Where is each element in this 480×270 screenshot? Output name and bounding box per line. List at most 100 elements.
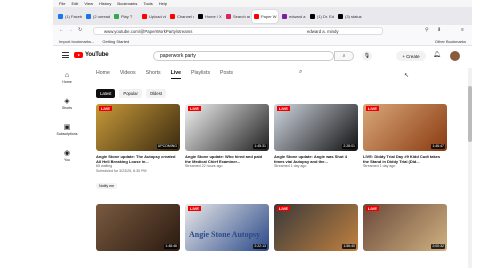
search-input-value: paperwork party [160,53,196,59]
live-badge: LIVE [188,206,201,211]
extensions-icon[interactable]: ⚲ [425,27,429,33]
tab-favicon-icon [142,13,147,19]
back-icon[interactable]: ← [59,27,64,33]
tab-favicon-icon [254,13,259,19]
tab-label: (1) Faceboo [65,13,82,19]
tab-posts[interactable]: Posts [220,70,233,79]
browser-tab[interactable]: Search and [224,10,250,23]
menu-icon[interactable]: ≡ [461,27,464,33]
video-thumbnail[interactable]: LIVE 1:45:31 [185,104,269,151]
tab-favicon-icon [114,13,119,19]
chip-latest[interactable]: Latest [96,89,116,98]
voice-search-icon[interactable]: 🎙 [362,51,372,61]
video-thumbnail[interactable]: LIVE 1:46:47 [363,104,447,151]
video-duration: 1:56:40 [342,244,356,249]
url-text: www.youtube.com/@PaperWorkParty/streams [104,28,193,34]
browser-tab[interactable]: Channel co [168,10,194,23]
browser-tab[interactable]: (1) Dr. Edw [308,10,334,23]
bookmark-getting-started[interactable]: Getting Started [102,39,129,44]
reload-icon[interactable]: ↻ [78,27,82,33]
video-thumbnail[interactable]: 1:48:46 [96,204,180,251]
menu-tools[interactable]: Tools [143,1,152,6]
sidebar-item-home[interactable]: ⌂ Home [53,68,81,94]
browser-tab[interactable]: Play T [112,10,138,23]
tab-label: Home / X [205,13,222,19]
video-meta: Streamed 1 day ago [274,164,307,168]
tab-home[interactable]: Home [96,70,110,79]
tab-shorts[interactable]: Shorts [146,70,161,79]
tab-videos[interactable]: Videos [120,70,136,79]
notify-me-button[interactable]: Notify me [96,183,118,189]
video-thumbnail[interactable]: LIVE UPCOMING [96,104,180,151]
search-input[interactable]: paperwork party [153,51,334,61]
sidebar-item-shorts[interactable]: ◈ Shorts [53,94,81,120]
bookmark-import[interactable]: Import bookmarks... [59,39,94,44]
browser-tab[interactable]: Upload vid [140,10,166,23]
search-button[interactable]: ⌕ [334,51,354,61]
video-card[interactable]: LIVE 2:28:01 Angie Stone update: Angie was… [274,104,358,169]
menu-view[interactable]: View [84,1,93,6]
video-meta: Streamed 22 hours ago [185,164,223,168]
sidebar-item-label: Shorts [61,106,73,110]
url-bar[interactable]: www.youtube.com/@PaperWorkParty/streams … [93,27,383,35]
avatar[interactable] [450,51,460,61]
plus-icon: + [402,53,406,59]
video-card[interactable]: LIVE 2:00:32 [363,204,447,251]
browser-tab[interactable]: edward a [280,10,306,23]
scrollbar-thumb[interactable] [468,86,472,142]
menu-hamburger-icon[interactable] [62,52,69,58]
right-desktop-margin [472,0,480,270]
bookmarks-bar: Import bookmarks... Getting Started Othe… [53,37,472,46]
create-label: Create [406,53,420,59]
video-title[interactable]: Angie Stone update: Who hired and paid t… [185,154,269,164]
forward-icon[interactable]: → [68,27,73,33]
notifications-bell-icon[interactable]: 🔔︎ [433,51,441,58]
channel-search-icon[interactable]: ⌕ [299,69,302,76]
tab-favicon-icon [86,13,91,19]
video-thumbnail[interactable]: LIVE 2:00:32 [363,204,447,251]
video-duration: UPCOMING [156,144,178,149]
browser-tab[interactable]: (1) Faceboo [56,10,82,23]
bookmark-other[interactable]: Other Bookmarks [435,39,466,44]
menu-history[interactable]: History [99,1,111,6]
browser-tab[interactable]: Paper W [252,9,278,23]
video-title[interactable]: Angie Stone update: Angie was Shot 4 tim… [274,154,358,164]
video-meta: Scheduled for 3/23/25, 6:30 PM [96,169,147,173]
menu-edit[interactable]: Edit [71,1,78,6]
video-card[interactable]: 1:48:46 [96,204,180,251]
video-title[interactable]: LIVE: Diddy Trial Day #9 Kidd Cudi takes… [363,154,447,164]
menu-bookmarks[interactable]: Bookmarks [117,1,137,6]
video-duration: 2:00:32 [431,244,445,249]
browser-tab[interactable]: Home / X [196,10,222,23]
youtube-logo[interactable]: YouTube [74,52,109,58]
tab-favicon-icon [338,13,343,19]
chip-oldest[interactable]: Oldest [145,89,166,98]
create-button[interactable]: + Create [396,51,426,61]
tab-favicon-icon [58,13,63,19]
live-badge: LIVE [366,206,379,211]
downloads-icon[interactable]: ⬇ [437,27,441,33]
tab-live[interactable]: Live [170,70,182,79]
sidebar-item-subscriptions[interactable]: ▣ Subscriptions [53,120,81,146]
video-thumbnail[interactable]: LIVE 1:56:40 [274,204,358,251]
yt-sidebar: ⌂ Home ◈ Shorts ▣ Subscriptions ◉ You [53,68,81,268]
chip-popular[interactable]: Popular [119,89,142,98]
video-card[interactable]: LIVE UPCOMING Angie Stone update: The Auto… [96,104,180,192]
sidebar-item-you[interactable]: ◉ You [53,146,81,172]
left-desktop-margin [0,0,53,270]
video-card[interactable]: LIVE 1:56:40 [274,204,358,251]
video-card[interactable]: LIVE 1:46:47 LIVE: Diddy Trial Day #9 Kidd… [363,104,447,169]
video-title[interactable]: Angie Stone update: The Autopsy created … [96,154,180,164]
browser-tab[interactable]: (2 unread) [84,10,110,23]
video-card[interactable]: LIVE 1:45:31 Angie Stone update: Who hired… [185,104,269,169]
video-meta: Streamed 1 day ago [363,164,396,168]
tab-favicon-icon [226,13,231,19]
video-thumbnail[interactable]: Angie Stone Autopsy LIVE 2:22:13 [185,204,269,251]
menu-file[interactable]: File [59,1,65,6]
video-thumbnail[interactable]: LIVE 2:28:01 [274,104,358,151]
tab-favicon-icon [282,13,287,19]
tab-playlists[interactable]: Playlists [191,70,210,79]
menu-help[interactable]: Help [159,1,167,6]
browser-tab[interactable]: (3) status [336,10,362,23]
video-card[interactable]: Angie Stone Autopsy LIVE 2:22:13 [185,204,269,251]
